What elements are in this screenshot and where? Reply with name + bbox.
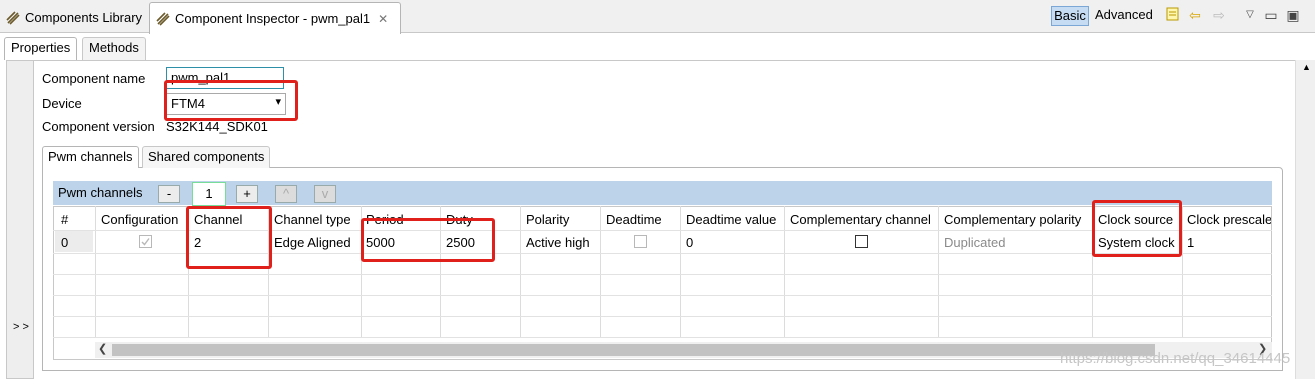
col-header-index: # <box>61 212 69 227</box>
close-icon[interactable]: ✕ <box>378 12 388 26</box>
advanced-button[interactable]: Advanced <box>1095 6 1153 26</box>
component-name-label: Component name <box>42 71 146 86</box>
scrollbar-thumb[interactable] <box>112 344 1155 356</box>
tab-label: Components Library <box>25 10 143 25</box>
cell-deadtime-value[interactable]: 0 <box>686 235 693 250</box>
tab-shared-components[interactable]: Shared components <box>142 146 271 168</box>
view-menu-icon[interactable]: ▽ <box>1241 6 1259 24</box>
note-icon[interactable] <box>1164 6 1182 24</box>
col-header-deadtime-value: Deadtime value <box>686 212 777 227</box>
configuration-checkbox[interactable] <box>139 235 152 248</box>
scroll-left-icon[interactable]: ❮ <box>98 342 107 355</box>
cell-complementary-polarity[interactable]: Duplicated <box>944 235 1005 250</box>
col-header-complementary-channel: Complementary channel <box>790 212 931 227</box>
add-channel-button[interactable]: + <box>236 185 258 203</box>
component-version-value: S32K144_SDK01 <box>166 119 268 134</box>
channel-count[interactable]: 1 <box>192 182 226 206</box>
col-header-complementary-polarity: Complementary polarity <box>944 212 1082 227</box>
forward-arrow-icon[interactable]: ⇨ <box>1210 6 1228 24</box>
minimize-icon[interactable]: ▭ <box>1262 6 1280 24</box>
back-arrow-icon[interactable]: ⇦ <box>1186 6 1204 24</box>
tab-components-library[interactable]: Components Library <box>0 2 148 33</box>
component-version-label: Component version <box>42 119 155 134</box>
scroll-up-icon[interactable]: ▲ <box>1302 62 1311 72</box>
highlight-channel <box>186 206 272 269</box>
cell-index: 0 <box>61 235 69 250</box>
col-header-clock-prescale: Clock prescale <box>1187 212 1271 227</box>
col-header-deadtime: Deadtime <box>606 212 662 227</box>
highlight-device <box>164 80 298 121</box>
tab-methods[interactable]: Methods <box>82 37 146 60</box>
move-down-button[interactable]: v <box>314 185 336 203</box>
highlight-period-duty <box>361 218 495 262</box>
tab-properties[interactable]: Properties <box>4 37 78 60</box>
highlight-clock-source <box>1092 200 1182 257</box>
tab-label: Component Inspector - pwm_pal1 <box>175 11 371 26</box>
cell-polarity[interactable]: Active high <box>526 235 590 250</box>
component-icon <box>6 10 20 25</box>
basic-button[interactable]: Basic <box>1051 6 1089 26</box>
move-up-button[interactable]: ^ <box>275 185 297 203</box>
col-header-channel-type: Channel type <box>274 212 351 227</box>
expand-icon[interactable]: > > <box>13 321 29 333</box>
maximize-icon[interactable]: ▣ <box>1284 6 1302 24</box>
component-icon <box>156 11 170 26</box>
cell-clock-prescale[interactable]: 1 <box>1187 235 1194 250</box>
collapsed-sidebar[interactable]: > > <box>6 60 34 379</box>
watermark: https://blog.csdn.net/qq_34614445 <box>1060 350 1291 367</box>
col-header-configuration: Configuration <box>101 212 179 227</box>
remove-channel-button[interactable]: - <box>158 185 180 203</box>
device-label: Device <box>42 96 82 111</box>
complementary-channel-checkbox[interactable] <box>855 235 868 248</box>
tab-pwm-channels[interactable]: Pwm channels <box>42 146 139 168</box>
cell-channel-type[interactable]: Edge Aligned <box>274 235 351 250</box>
deadtime-checkbox[interactable] <box>634 235 647 248</box>
channels-title: Pwm channels <box>58 185 143 200</box>
tab-component-inspector[interactable]: Component Inspector - pwm_pal1 ✕ <box>149 2 401 34</box>
col-header-polarity: Polarity <box>526 212 570 227</box>
vertical-scrollbar[interactable]: ▲ <box>1295 60 1315 379</box>
